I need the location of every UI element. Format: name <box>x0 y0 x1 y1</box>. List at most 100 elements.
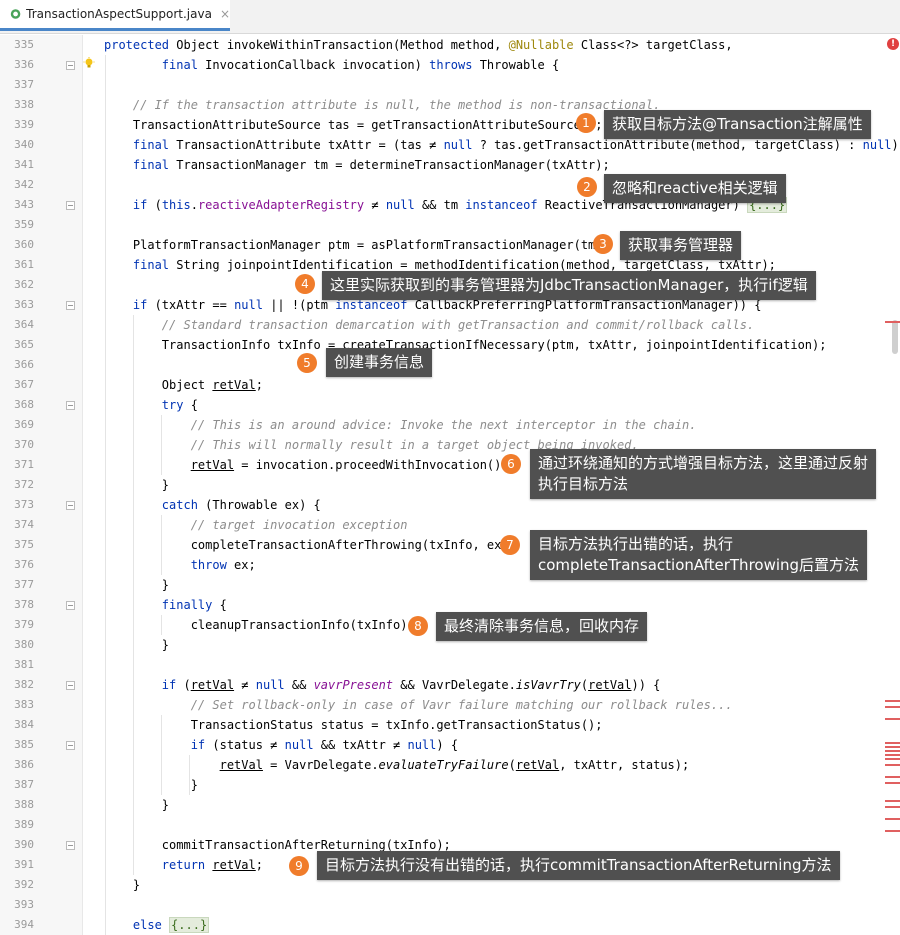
indent-guide <box>133 315 134 875</box>
code-text[interactable]: PlatformTransactionManager ptm = asPlatf… <box>104 235 610 255</box>
code-line[interactable]: 386 retVal = VavrDelegate.evaluateTryFai… <box>0 755 900 775</box>
code-line[interactable]: 336 final InvocationCallback invocation)… <box>0 55 900 75</box>
code-text[interactable]: if (status ≠ null && txAttr ≠ null) { <box>104 735 458 755</box>
code-line[interactable]: 359 <box>0 215 900 235</box>
code-line[interactable]: 367 Object retVal; <box>0 375 900 395</box>
code-text[interactable]: TransactionInfo txInfo = createTransacti… <box>104 335 827 355</box>
error-stripe-marker[interactable] <box>885 758 900 760</box>
code-line[interactable]: 337 <box>0 75 900 95</box>
code-text[interactable]: else {...} <box>104 915 210 935</box>
error-stripe-marker[interactable] <box>885 800 900 802</box>
code-text[interactable]: finally { <box>104 595 227 615</box>
code-text[interactable]: final InvocationCallback invocation) thr… <box>104 55 559 75</box>
code-line[interactable]: 381 <box>0 655 900 675</box>
close-icon[interactable]: × <box>220 7 230 21</box>
code-text[interactable]: // This is an around advice: Invoke the … <box>104 415 697 435</box>
code-text[interactable]: retVal = VavrDelegate.evaluateTryFailure… <box>104 755 690 775</box>
code-text[interactable]: // Standard transaction demarcation with… <box>104 315 754 335</box>
error-stripe-marker[interactable] <box>885 764 900 766</box>
line-number: 372 <box>14 478 34 491</box>
code-text[interactable]: try { <box>104 395 198 415</box>
error-stripe-marker[interactable] <box>885 754 900 756</box>
code-line[interactable]: 385 if (status ≠ null && txAttr ≠ null) … <box>0 735 900 755</box>
line-number: 385 <box>14 738 34 751</box>
error-stripe-marker[interactable] <box>885 706 900 708</box>
code-line[interactable]: 389 <box>0 815 900 835</box>
code-text[interactable]: } <box>104 775 198 795</box>
fold-toggle-icon[interactable] <box>66 601 75 610</box>
code-line[interactable]: 360 PlatformTransactionManager ptm = asP… <box>0 235 900 255</box>
code-line[interactable]: 394 else {...} <box>0 915 900 935</box>
scrollbar-thumb[interactable] <box>892 320 898 354</box>
code-text[interactable]: completeTransactionAfterThrowing(txInfo,… <box>104 535 516 555</box>
error-stripe-marker[interactable] <box>885 700 900 702</box>
callout-number-badge: 4 <box>295 274 315 294</box>
fold-toggle-icon[interactable] <box>66 741 75 750</box>
code-line[interactable]: 365 TransactionInfo txInfo = createTrans… <box>0 335 900 355</box>
code-text[interactable]: throw ex; <box>104 555 256 575</box>
code-text[interactable]: cleanupTransactionInfo(txInfo); <box>104 615 415 635</box>
error-stripe-marker[interactable] <box>885 742 900 744</box>
line-number: 394 <box>14 918 34 931</box>
line-number: 383 <box>14 698 34 711</box>
callout-number-badge: 7 <box>500 535 520 555</box>
code-text[interactable]: } <box>104 875 140 895</box>
code-text[interactable]: } <box>104 635 169 655</box>
code-text[interactable]: } <box>104 795 169 815</box>
code-line[interactable]: 364 // Standard transaction demarcation … <box>0 315 900 335</box>
code-text[interactable]: return retVal; <box>104 855 263 875</box>
code-line[interactable]: 387 } <box>0 775 900 795</box>
code-line[interactable]: 383 // Set rollback-only in case of Vavr… <box>0 695 900 715</box>
callout-number-badge: 8 <box>408 616 428 636</box>
code-line[interactable]: 388 } <box>0 795 900 815</box>
error-stripe-marker[interactable] <box>885 718 900 720</box>
error-stripe-marker[interactable] <box>885 321 900 323</box>
callout-note: 忽略和reactive相关逻辑 <box>604 174 786 203</box>
code-text[interactable]: retVal = invocation.proceedWithInvocatio… <box>104 455 509 475</box>
fold-toggle-icon[interactable] <box>66 201 75 210</box>
fold-toggle-icon[interactable] <box>66 301 75 310</box>
code-text[interactable]: catch (Throwable ex) { <box>104 495 321 515</box>
code-text[interactable]: if (retVal ≠ null && vavrPresent && Vavr… <box>104 675 661 695</box>
code-line[interactable]: 382 if (retVal ≠ null && vavrPresent && … <box>0 675 900 695</box>
tab-transaction-aspect-support[interactable]: TransactionAspectSupport.java × <box>0 0 230 31</box>
fold-toggle-icon[interactable] <box>66 841 75 850</box>
code-text[interactable]: // target invocation exception <box>104 515 408 535</box>
code-line[interactable]: 366 <box>0 355 900 375</box>
indent-guide <box>161 415 162 475</box>
line-number: 341 <box>14 158 34 171</box>
code-text[interactable]: // Set rollback-only in case of Vavr fai… <box>104 695 733 715</box>
error-stripe-marker[interactable] <box>885 776 900 778</box>
fold-toggle-icon[interactable] <box>66 501 75 510</box>
java-class-icon <box>10 9 21 19</box>
error-stripe-marker[interactable] <box>885 830 900 832</box>
code-line[interactable]: 368 try { <box>0 395 900 415</box>
error-stripe-marker[interactable] <box>885 782 900 784</box>
callout-note: 创建事务信息 <box>326 348 433 377</box>
code-line[interactable]: 335 protected Object invokeWithinTransact… <box>0 35 900 55</box>
error-stripe-marker[interactable] <box>885 806 900 808</box>
code-text[interactable]: final TransactionManager tm = determineT… <box>104 155 610 175</box>
code-text[interactable]: protected Object invokeWithinTransaction… <box>104 35 733 55</box>
line-number: 379 <box>14 618 34 631</box>
fold-toggle-icon[interactable] <box>66 61 75 70</box>
code-line[interactable]: 369 // This is an around advice: Invoke … <box>0 415 900 435</box>
line-number: 365 <box>14 338 34 351</box>
code-text[interactable]: } <box>104 575 169 595</box>
code-text[interactable]: // If the transaction attribute is null,… <box>104 95 660 115</box>
code-text[interactable]: TransactionStatus status = txInfo.getTra… <box>104 715 603 735</box>
line-number: 342 <box>14 178 34 191</box>
callout-note: 获取事务管理器 <box>620 231 742 260</box>
error-stripe-marker[interactable] <box>885 818 900 820</box>
code-text[interactable]: TransactionAttributeSource tas = getTran… <box>104 115 603 135</box>
fold-toggle-icon[interactable] <box>66 681 75 690</box>
error-stripe-marker[interactable] <box>885 750 900 752</box>
code-text[interactable]: } <box>104 475 169 495</box>
code-text[interactable]: Object retVal; <box>104 375 263 395</box>
code-line[interactable]: 393 <box>0 895 900 915</box>
code-line[interactable]: 384 TransactionStatus status = txInfo.ge… <box>0 715 900 735</box>
fold-toggle-icon[interactable] <box>66 401 75 410</box>
line-number: 391 <box>14 858 34 871</box>
code-line[interactable]: 341 final TransactionManager tm = determ… <box>0 155 900 175</box>
error-stripe-marker[interactable] <box>885 746 900 748</box>
